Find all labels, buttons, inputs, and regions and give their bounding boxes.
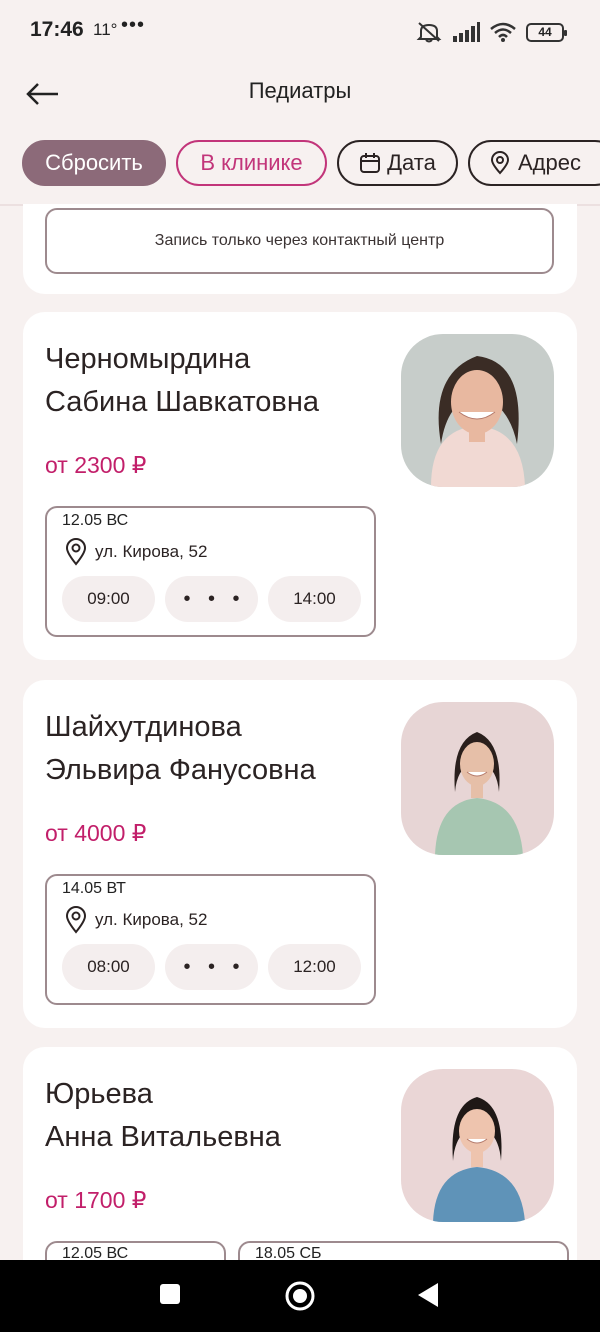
battery-icon: 44 — [526, 22, 567, 42]
slot-date: 18.05 СБ — [255, 1245, 322, 1260]
doctor-card[interactable]: Черномырдина Сабина Шавкатовна от 2300 ₽… — [23, 312, 577, 660]
doctor-first-name: Эльвира Фанусовна — [45, 754, 316, 786]
slot-date: 12.05 ВС — [62, 512, 129, 529]
slot-date: 12.05 ВС — [62, 1245, 129, 1260]
reset-filter-chip[interactable]: Сбросить — [22, 140, 166, 186]
calendar-icon — [360, 153, 381, 173]
time-slot-button[interactable]: 09:00 — [62, 576, 155, 622]
location-pin-icon — [65, 906, 87, 934]
wifi-icon — [490, 22, 516, 42]
doctor-name: Юрьева Анна Витальевна — [45, 1073, 385, 1159]
chip-label: В клинике — [200, 150, 303, 175]
status-time: 17:46 — [30, 18, 84, 41]
doctor-price: от 4000 ₽ — [45, 820, 147, 846]
time-slot-button[interactable]: 12:00 — [268, 944, 361, 990]
doctor-name: Шайхутдинова Эльвира Фанусовна — [45, 706, 385, 792]
doctor-photo — [401, 702, 554, 855]
address-label: ул. Кирова, 52 — [95, 542, 208, 561]
appointment-slot-group: 18.05 СБ — [238, 1241, 569, 1260]
doctor-card: Запись только через контактный центр — [23, 204, 577, 294]
filter-chips: Сбросить В клинике Дата Адрес — [22, 140, 600, 186]
status-temperature: 11° — [93, 20, 118, 39]
doctor-price: от 2300 ₽ — [45, 452, 147, 478]
status-more-icon: ••• — [121, 14, 146, 36]
doctor-photo — [401, 334, 554, 487]
recent-apps-icon[interactable] — [158, 1282, 182, 1306]
system-nav-bar — [0, 1260, 600, 1332]
doctor-first-name: Анна Витальевна — [45, 1121, 281, 1153]
appointment-slot-group: 14.05 ВТ ул. Кирова, 52 08:00 • • • 12:0… — [45, 874, 376, 1005]
location-pin-icon — [65, 538, 87, 566]
doctor-price: от 1700 ₽ — [45, 1187, 147, 1213]
address-label: ул. Кирова, 52 — [95, 910, 208, 929]
address-filter-chip[interactable]: Адрес — [468, 140, 600, 186]
doctor-last-name: Черномырдина — [45, 343, 251, 375]
time-slot-button[interactable]: 14:00 — [268, 576, 361, 622]
doctor-card[interactable]: Юрьева Анна Витальевна от 1700 ₽ 12.05 В… — [23, 1047, 577, 1260]
signal-icon — [453, 22, 480, 42]
home-icon[interactable] — [284, 1280, 316, 1312]
status-icons: 44 — [416, 18, 567, 46]
doctor-last-name: Шайхутдинова — [45, 711, 242, 743]
app-header: Педиатры — [0, 64, 600, 124]
doctor-last-name: Юрьева — [45, 1078, 153, 1110]
time-slots: 08:00 • • • 12:00 — [62, 944, 361, 990]
more-times-button[interactable]: • • • — [165, 576, 258, 622]
appointment-slot-group: 12.05 ВС ул. Кирова, 52 09:00 • • • 14:0… — [45, 506, 376, 637]
doctor-first-name: Сабина Шавкатовна — [45, 386, 319, 418]
chip-label: Сбросить — [45, 150, 143, 175]
time-slots: 09:00 • • • 14:00 — [62, 576, 361, 622]
status-bar: 17:46 11° ••• 44 — [0, 0, 600, 64]
doctor-card[interactable]: Шайхутдинова Эльвира Фанусовна от 4000 ₽… — [23, 680, 577, 1028]
doctor-name: Черномырдина Сабина Шавкатовна — [45, 338, 385, 424]
location-pin-icon — [490, 151, 510, 175]
mute-icon — [416, 22, 442, 43]
more-times-button[interactable]: • • • — [165, 944, 258, 990]
chip-label: Дата — [387, 150, 436, 175]
doctor-photo — [401, 1069, 554, 1222]
back-icon[interactable] — [416, 1282, 440, 1308]
slot-date: 14.05 ВТ — [62, 880, 126, 897]
slot-address: ул. Кирова, 52 — [65, 538, 207, 566]
date-filter-chip[interactable]: Дата — [337, 140, 458, 186]
chip-label: Адрес — [518, 150, 581, 175]
appointment-slot-group: 12.05 ВС — [45, 1241, 226, 1260]
contact-center-note: Запись только через контактный центр — [45, 208, 554, 274]
in-clinic-filter-chip[interactable]: В клинике — [176, 140, 327, 186]
page-title: Педиатры — [248, 78, 352, 103]
doctor-list[interactable]: Запись только через контактный центр Чер… — [0, 204, 600, 1260]
time-slot-button[interactable]: 08:00 — [62, 944, 155, 990]
slot-address: ул. Кирова, 52 — [65, 906, 207, 934]
